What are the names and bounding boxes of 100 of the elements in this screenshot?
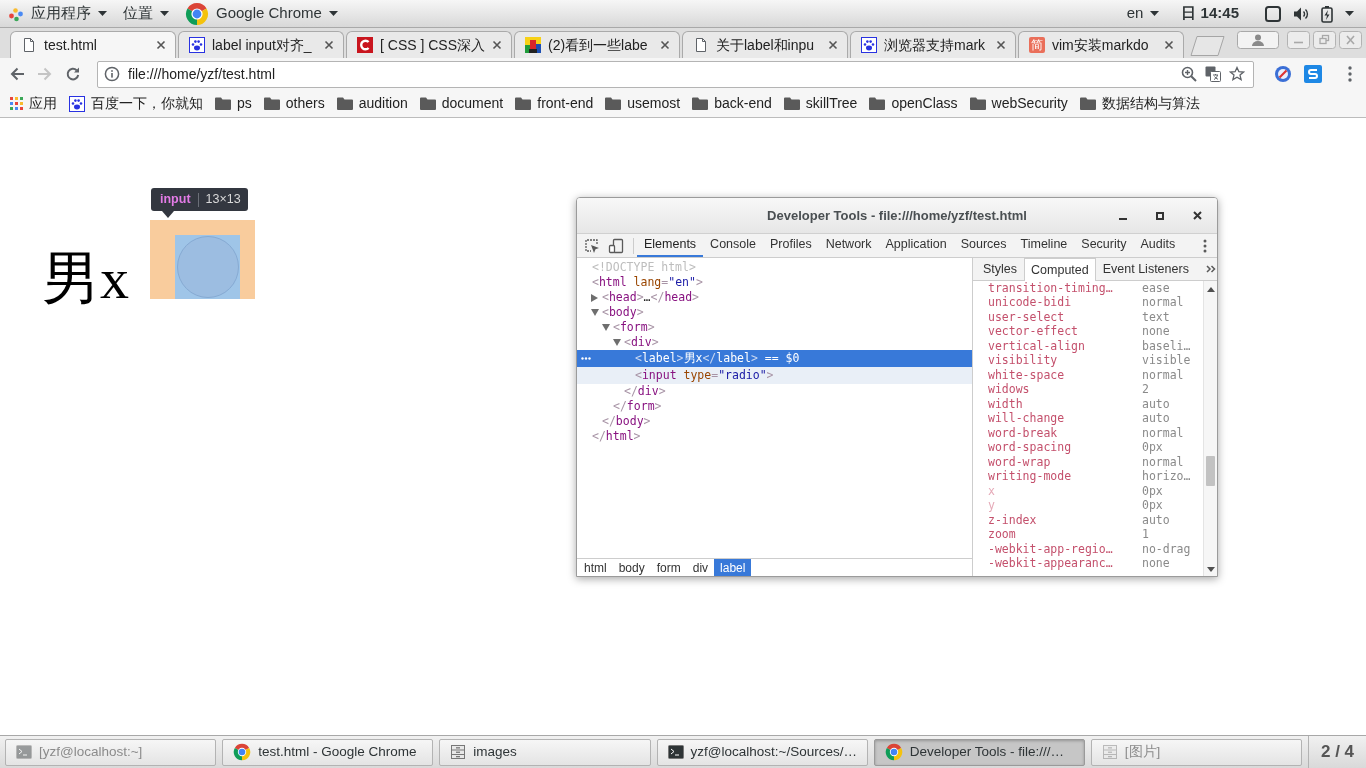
address-bar[interactable]: file:///home/yzf/test.html — [97, 60, 1254, 88]
browser-tab[interactable]: 浏览器支持mark — [850, 31, 1016, 58]
chrome-icon — [185, 1, 209, 26]
property-value: 1 — [1142, 526, 1149, 543]
page-icon — [21, 37, 37, 53]
breadcrumb[interactable]: body — [612, 559, 651, 576]
property-value: visible — [1142, 352, 1191, 369]
close-icon[interactable] — [828, 40, 838, 50]
close-icon[interactable] — [1164, 40, 1174, 50]
close-icon[interactable] — [492, 40, 503, 50]
scrollbar-track[interactable] — [1203, 281, 1217, 576]
panel-tab[interactable]: Elements — [637, 234, 704, 257]
sidebar-tab[interactable]: Styles — [976, 258, 1025, 280]
bookmark-folder[interactable]: ps — [209, 91, 258, 116]
reload-icon[interactable] — [65, 66, 81, 82]
bookmark-folder[interactable]: back-end — [686, 91, 778, 116]
inspect-icon[interactable] — [584, 237, 600, 254]
workspace-indicator[interactable]: 2 / 4 — [1308, 735, 1366, 768]
clock[interactable]: 日 14:45 — [1177, 2, 1243, 25]
bookmark[interactable]: 应用 — [4, 91, 63, 116]
dom-node[interactable]: </body> — [577, 414, 972, 429]
close-icon[interactable] — [324, 40, 334, 50]
browser-tab[interactable]: label input对齐_ — [178, 31, 344, 58]
breadcrumb[interactable]: label — [714, 559, 752, 576]
browser-tab[interactable]: [ CSS ] CSS深入 — [346, 31, 512, 58]
dom-node[interactable]: </html> — [577, 429, 972, 444]
dom-node[interactable]: <label>男x</label> == $0 — [577, 350, 972, 367]
taskbar-item[interactable]: yzf@localhost:~/Sources/… — [656, 738, 868, 766]
panel-tab[interactable]: Network — [818, 234, 879, 257]
browser-tab[interactable]: 简 vim安装markdo — [1018, 31, 1184, 58]
star-icon[interactable] — [1229, 66, 1245, 82]
bookmark-folder[interactable]: usemost — [599, 91, 687, 116]
scroll-up-icon[interactable] — [1206, 287, 1215, 292]
dom-node[interactable]: <div> — [577, 335, 972, 350]
sidebar-tab[interactable]: Computed — [1024, 258, 1096, 281]
bookmark-folder[interactable]: document — [413, 91, 510, 116]
panel-tab[interactable]: Profiles — [763, 234, 819, 257]
double-chevron-icon[interactable] — [1205, 265, 1216, 273]
breadcrumb[interactable]: div — [686, 559, 715, 576]
dom-node[interactable]: <html lang="en"> — [577, 275, 972, 290]
dom-node[interactable]: </form> — [577, 399, 972, 414]
browser-tab[interactable]: (2)看到一些labe — [514, 31, 680, 58]
device-icon[interactable] — [608, 237, 624, 254]
close-icon[interactable] — [1193, 211, 1202, 220]
radio-button[interactable] — [176, 236, 239, 298]
panel-tab[interactable]: Audits — [1133, 234, 1183, 257]
bookmark-folder[interactable]: skillTree — [777, 91, 864, 116]
breadcrumb[interactable]: html — [578, 559, 613, 576]
bookmark-folder[interactable]: webSecurity — [963, 91, 1074, 116]
bookmark-folder[interactable]: audition — [330, 91, 414, 116]
panel-menu[interactable]: Google Chrome — [179, 0, 348, 27]
close-icon[interactable] — [660, 40, 670, 50]
scroll-down-icon[interactable] — [1206, 567, 1215, 572]
info-icon[interactable] — [104, 66, 120, 82]
dom-node[interactable]: </div> — [577, 384, 972, 399]
dom-node[interactable]: <head>…</head> — [577, 290, 972, 305]
panel-menu[interactable]: 位置 — [117, 0, 179, 27]
more-dots-icon[interactable] — [581, 357, 591, 360]
scrollbar-thumb[interactable] — [1206, 456, 1215, 486]
panel-tab[interactable]: Sources — [953, 234, 1014, 257]
sidebar-tab[interactable]: Event Listeners — [1095, 258, 1196, 280]
maximize-icon[interactable] — [1156, 211, 1164, 220]
bookmark-folder[interactable]: 数据结构与算法 — [1073, 91, 1206, 116]
more-options-icon[interactable] — [1203, 238, 1207, 253]
volume-icon — [1293, 5, 1309, 22]
element-size: 13×13 — [205, 191, 241, 209]
caret-right-icon[interactable] — [591, 293, 598, 302]
paw-icon — [861, 37, 877, 53]
menu-icon[interactable] — [1348, 66, 1352, 82]
translate-icon[interactable] — [1205, 66, 1221, 82]
browser-tab[interactable]: 关于label和inpu — [682, 31, 848, 58]
panel-tab[interactable]: Console — [703, 234, 763, 257]
bookmark-folder[interactable]: front-end — [509, 91, 600, 116]
paw-icon — [189, 37, 205, 53]
tile-logo-icon[interactable] — [1304, 65, 1322, 83]
terminal-icon — [667, 744, 684, 760]
panel-tab[interactable]: Timeline — [1013, 234, 1075, 257]
dom-node[interactable]: <input type="radio"> — [577, 367, 972, 384]
property-name: word-wrap — [988, 454, 1052, 470]
dom-node[interactable]: <form> — [577, 320, 972, 335]
taskbar-item[interactable]: images — [439, 738, 651, 766]
taskbar-item[interactable]: test.html - Google Chrome — [222, 738, 434, 766]
panel-tab[interactable]: Application — [878, 234, 954, 257]
bookmark-folder[interactable]: others — [257, 91, 331, 116]
panel-menu[interactable]: 应用程序 — [2, 0, 117, 27]
bookmark-folder[interactable]: openClass — [863, 91, 964, 116]
bookmark[interactable]: 百度一下，你就知 — [63, 91, 209, 116]
taskbar-item[interactable]: Developer Tools - file:///… — [873, 738, 1085, 766]
zoom-in-icon[interactable] — [1181, 66, 1197, 82]
ring-icon[interactable] — [1274, 65, 1292, 83]
language-menu[interactable]: en — [1120, 0, 1170, 27]
panel-tab[interactable]: Security — [1074, 234, 1134, 257]
close-icon[interactable] — [996, 40, 1006, 50]
close-icon[interactable] — [156, 40, 166, 50]
breadcrumb[interactable]: form — [650, 559, 687, 576]
back-icon[interactable] — [9, 66, 25, 82]
browser-tab[interactable]: test.html — [10, 31, 176, 58]
profile-button[interactable] — [1237, 31, 1279, 49]
dom-node[interactable]: <body> — [577, 305, 972, 320]
window-icon — [1265, 5, 1281, 22]
